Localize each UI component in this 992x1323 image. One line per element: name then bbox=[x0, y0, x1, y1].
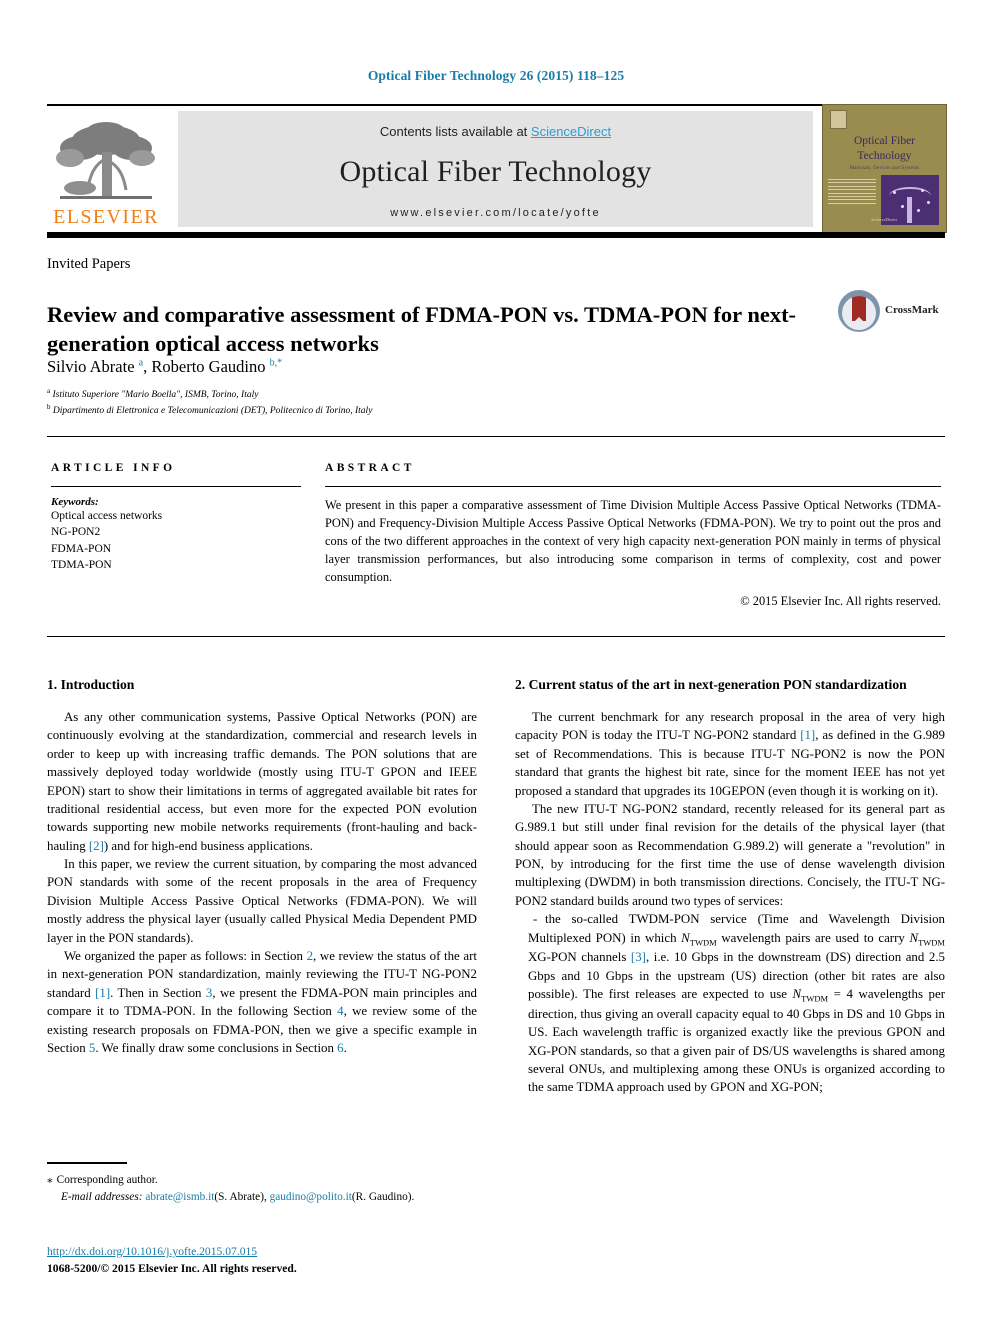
crossmark-circle-icon bbox=[838, 290, 880, 332]
page-title: Review and comparative assessment of FDM… bbox=[47, 302, 797, 356]
article-category: Invited Papers bbox=[47, 256, 131, 272]
crossmark-inner-icon bbox=[842, 296, 876, 330]
article-info-block: ARTICLE INFO Keywords: Optical access ne… bbox=[51, 462, 301, 573]
variable-n-twdm: NTWDM bbox=[681, 930, 717, 948]
email-addresses-note: E-mail addresses: abrate@ismb.it(S. Abra… bbox=[61, 1190, 415, 1203]
variable-n-twdm: NTWDM bbox=[792, 987, 829, 1004]
citation-link-3[interactable]: [3] bbox=[631, 950, 646, 964]
journal-cover-thumbnail[interactable]: Optical Fiber Technology Materials, Devi… bbox=[822, 104, 947, 233]
cover-toc-lines bbox=[828, 179, 876, 206]
variable-n-twdm: NTWDM bbox=[909, 930, 945, 948]
corresponding-author-mark: ⁎ bbox=[47, 1174, 53, 1186]
keywords-label: Keywords: bbox=[51, 496, 99, 508]
cover-title-line2: Technology bbox=[857, 150, 912, 162]
affiliations: a Istituto Superiore "Mario Boella", ISM… bbox=[47, 386, 747, 419]
journal-title: Optical Fiber Technology bbox=[339, 155, 652, 188]
abstract-copyright: © 2015 Elsevier Inc. All rights reserved… bbox=[740, 593, 941, 608]
abstract-block: ABSTRACT We present in this paper a comp… bbox=[325, 462, 941, 609]
sciencedirect-link[interactable]: ScienceDirect bbox=[531, 124, 611, 139]
cover-tree-canopy bbox=[889, 187, 931, 205]
elsevier-wordmark: ELSEVIER bbox=[53, 206, 159, 228]
bullet-twdm-pon: the so-called TWDM-PON service (Time and… bbox=[515, 910, 945, 1097]
doi-block: http://dx.doi.org/10.1016/j.yofte.2015.0… bbox=[47, 1243, 477, 1278]
paragraph-intro-2: In this paper, we review the current sit… bbox=[47, 857, 477, 945]
elsevier-logo: ELSEVIER bbox=[47, 111, 165, 227]
banner-top-rule bbox=[47, 104, 945, 106]
abstract-heading: ABSTRACT bbox=[325, 462, 415, 474]
paper-page: Optical Fiber Technology 26 (2015) 118–1… bbox=[0, 0, 992, 1323]
section-heading-status: 2. Current status of the art in next-gen… bbox=[515, 677, 907, 692]
crossmark-badge[interactable]: CrossMark bbox=[838, 288, 942, 334]
paragraph-intro-1: As any other communication systems, Pass… bbox=[47, 709, 477, 853]
keyword-item: Optical access networks bbox=[51, 510, 163, 522]
crossmark-label: CrossMark bbox=[885, 304, 939, 316]
email-owner-gaudino: (R. Gaudino) bbox=[351, 1190, 412, 1203]
article-info-heading: ARTICLE INFO bbox=[51, 462, 176, 474]
journal-banner: ELSEVIER Contents lists available at Sci… bbox=[47, 104, 947, 238]
cover-title-line1: Optical Fiber bbox=[854, 135, 915, 147]
panel-top-rule bbox=[47, 436, 945, 437]
footnote-block: ⁎ Corresponding author. E-mail addresses:… bbox=[47, 1172, 477, 1206]
email-link-abrate[interactable]: abrate@ismb.it bbox=[145, 1191, 214, 1203]
issn-copyright: 1068-5200/© 2015 Elsevier Inc. All right… bbox=[47, 1262, 297, 1276]
banner-center: Contents lists available at ScienceDirec… bbox=[178, 111, 813, 227]
elsevier-tree-icon bbox=[56, 122, 155, 199]
article-info-rule bbox=[51, 486, 301, 487]
citation-link-1[interactable]: [1] bbox=[95, 986, 110, 1000]
corresponding-author-note: ⁎ Corresponding author. bbox=[47, 1174, 158, 1186]
citation-link-2[interactable]: [2] bbox=[89, 839, 104, 853]
abstract-rule bbox=[325, 486, 941, 487]
panel-bottom-rule bbox=[47, 636, 945, 637]
authors-text: Silvio Abrate a, Roberto Gaudino b,* bbox=[47, 357, 283, 376]
affiliation-a: a Istituto Superiore "Mario Boella", ISM… bbox=[47, 387, 259, 401]
cover-subtitle: Materials, Devices and Systems bbox=[849, 166, 920, 171]
keyword-item: NG-PON2 bbox=[51, 526, 101, 539]
publisher-badge-icon bbox=[830, 110, 847, 129]
journal-url[interactable]: www.elsevier.com/locate/yofte bbox=[390, 207, 601, 219]
paragraph-intro-3: We organized the paper as follows: in Se… bbox=[47, 949, 478, 1055]
affiliation-b: b Dipartimento di Elettronica e Telecomu… bbox=[47, 403, 373, 417]
email-label: E-mail addresses: bbox=[61, 1190, 143, 1203]
doi-link[interactable]: http://dx.doi.org/10.1016/j.yofte.2015.0… bbox=[47, 1245, 257, 1258]
paragraph-status-2: The new ITU-T NG-PON2 standard, recently… bbox=[515, 801, 945, 908]
body-column-right: 2. Current status of the art in next-gen… bbox=[515, 676, 945, 1097]
cover-footer: ScienceDirect bbox=[871, 217, 898, 222]
email-owner-abrate: (S. Abrate) bbox=[214, 1190, 264, 1203]
footnote-rule bbox=[47, 1162, 127, 1164]
contents-prefix: Contents lists available at bbox=[379, 124, 531, 139]
abstract-text: We present in this paper a comparative a… bbox=[325, 498, 941, 585]
running-head: Optical Fiber Technology 26 (2015) 118–1… bbox=[367, 68, 625, 83]
keyword-item: FDMA-PON bbox=[51, 542, 112, 555]
banner-bottom-rule bbox=[47, 232, 945, 238]
author-list: Silvio Abrate a, Roberto Gaudino b,* bbox=[47, 357, 282, 377]
contents-line: Contents lists available at ScienceDirec… bbox=[380, 124, 611, 139]
body-column-left: 1. Introduction As any other communicati… bbox=[47, 676, 477, 1057]
section-heading-introduction: 1. Introduction bbox=[47, 677, 135, 692]
citation-link-1[interactable]: [1] bbox=[800, 728, 815, 742]
email-link-gaudino[interactable]: gaudino@polito.it bbox=[270, 1191, 352, 1203]
crossmark-notch-icon bbox=[852, 317, 866, 324]
paragraph-status-1: The current benchmark for any research p… bbox=[515, 709, 946, 798]
keyword-item: TDMA-PON bbox=[51, 558, 112, 571]
